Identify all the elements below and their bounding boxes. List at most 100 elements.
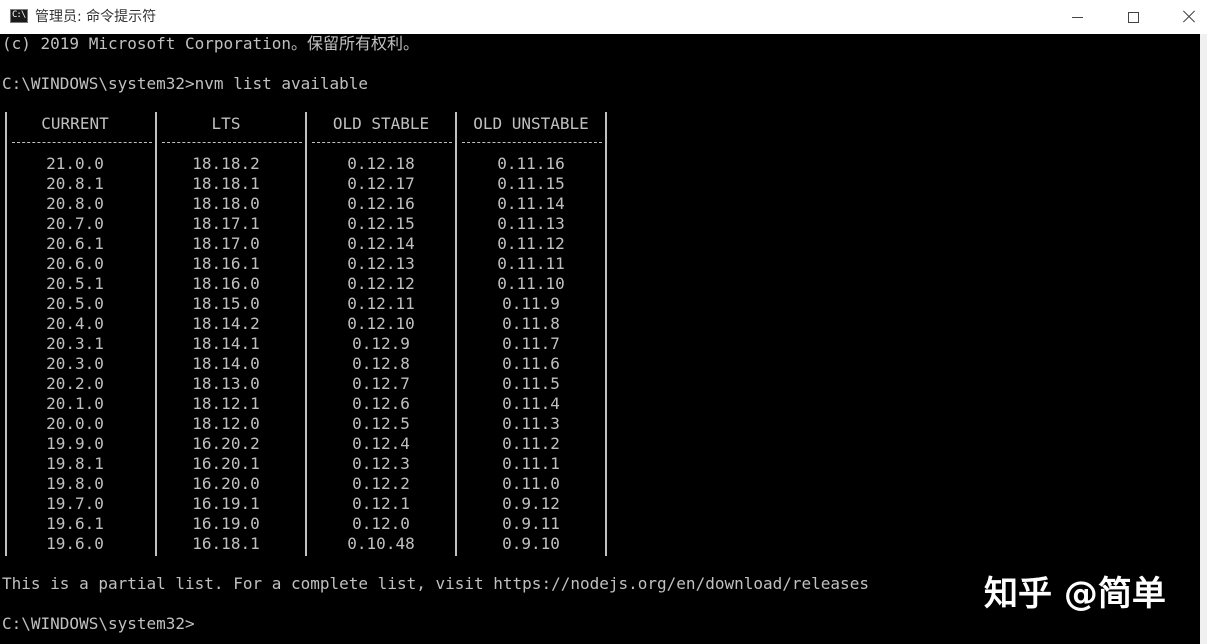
- table-cell: 0.9.12: [502, 494, 560, 513]
- table-cell: 0.11.10: [497, 274, 565, 293]
- table-cell: 0.12.15: [347, 214, 415, 233]
- title-bar[interactable]: C:\ 管理员: 命令提示符: [0, 0, 1207, 34]
- table-cell: 16.19.0: [192, 514, 260, 533]
- table-cell: 0.12.13: [347, 254, 415, 273]
- table-cell: 0.11.11: [497, 254, 565, 273]
- table-cell: 0.12.0: [352, 514, 410, 533]
- table-cell: 20.8.1: [46, 174, 104, 193]
- table-cell: 0.12.5: [352, 414, 410, 433]
- table-cell: 18.18.0: [192, 194, 260, 213]
- partial-list-note: This is a partial list. For a complete l…: [2, 574, 869, 593]
- table-cell: 0.12.10: [347, 314, 415, 333]
- close-icon: [1182, 10, 1196, 24]
- table-cell: 20.6.0: [46, 254, 104, 273]
- table-cell: 0.11.7: [502, 334, 560, 353]
- table-header-separator: [162, 142, 302, 144]
- table-cell: 19.6.0: [46, 534, 104, 553]
- table-cell: 20.4.0: [46, 314, 104, 333]
- table-header-old-unstable: OLD UNSTABLE: [473, 114, 589, 133]
- table-cell: 0.11.6: [502, 354, 560, 373]
- table-cell: 0.11.8: [502, 314, 560, 333]
- table-cell: 18.15.0: [192, 294, 260, 313]
- table-cell: 16.20.2: [192, 434, 260, 453]
- table-cell: 18.16.0: [192, 274, 260, 293]
- table-cell: 0.11.3: [502, 414, 560, 433]
- watermark-text: 知乎 @简单: [984, 574, 1166, 614]
- cmd-icon[interactable]: C:\: [10, 9, 28, 23]
- cmd-window: C:\ 管理员: 命令提示符 (c) 2019 Microsoft Corpor…: [0, 0, 1207, 644]
- table-cell: 0.12.14: [347, 234, 415, 253]
- table-cell: 0.11.2: [502, 434, 560, 453]
- table-cell: 0.11.13: [497, 214, 565, 233]
- table-cell: 0.11.14: [497, 194, 565, 213]
- table-cell: 0.9.10: [502, 534, 560, 553]
- table-cell: 0.9.11: [502, 514, 560, 533]
- table-cell: 0.12.2: [352, 474, 410, 493]
- minimize-icon: [1071, 16, 1083, 18]
- table-cell: 20.2.0: [46, 374, 104, 393]
- table-cell: 18.13.0: [192, 374, 260, 393]
- table-cell: 0.12.9: [352, 334, 410, 353]
- table-header-old-stable: OLD STABLE: [332, 114, 430, 133]
- table-cell: 0.12.18: [347, 154, 415, 173]
- table-cell: 0.11.16: [497, 154, 565, 173]
- maximize-button[interactable]: [1104, 0, 1162, 34]
- table-cell: 18.14.2: [192, 314, 260, 333]
- command-line: C:\WINDOWS\system32>nvm list available: [2, 74, 369, 93]
- table-cell: 20.3.0: [46, 354, 104, 373]
- table-cell: 0.12.8: [352, 354, 410, 373]
- table-cell: 18.12.0: [192, 414, 260, 433]
- table-cell: 16.20.1: [192, 454, 260, 473]
- table-cell: 0.11.1: [502, 454, 560, 473]
- table-cell: 19.8.0: [46, 474, 104, 493]
- table-cell: 0.11.9: [502, 294, 560, 313]
- table-cell: 0.10.48: [347, 534, 415, 553]
- copyright-line: (c) 2019 Microsoft Corporation。保留所有权利。: [2, 34, 419, 53]
- table-cell: 0.12.16: [347, 194, 415, 213]
- table-cell: 16.19.1: [192, 494, 260, 513]
- table-cell: 21.0.0: [46, 154, 104, 173]
- table-cell: 0.11.5: [502, 374, 560, 393]
- table-cell: 0.12.11: [347, 294, 415, 313]
- table-header-separator: [462, 142, 602, 144]
- table-cell: 18.18.2: [192, 154, 260, 173]
- table-cell: 0.11.0: [502, 474, 560, 493]
- table-cell: 0.12.17: [347, 174, 415, 193]
- table-cell: 0.12.1: [352, 494, 410, 513]
- table-cell: 19.7.0: [46, 494, 104, 513]
- table-cell: 18.16.1: [192, 254, 260, 273]
- cmd-icon-glyph: C:\: [12, 10, 26, 20]
- table-cell: 0.11.15: [497, 174, 565, 193]
- table-cell: 0.12.12: [347, 274, 415, 293]
- table-header-lts: LTS: [211, 114, 241, 133]
- table-cell: 0.12.4: [352, 434, 410, 453]
- table-cell: 20.7.0: [46, 214, 104, 233]
- minimize-button[interactable]: [1048, 0, 1106, 34]
- table-cell: 19.8.1: [46, 454, 104, 473]
- table-cell: 18.18.1: [192, 174, 260, 193]
- table-cell: 20.0.0: [46, 414, 104, 433]
- table-cell: 0.12.6: [352, 394, 410, 413]
- command-prompt[interactable]: C:\WINDOWS\system32>: [2, 614, 195, 634]
- table-cell: 20.5.0: [46, 294, 104, 313]
- console-output[interactable]: (c) 2019 Microsoft Corporation。保留所有权利。 C…: [0, 34, 1200, 644]
- close-button[interactable]: [1160, 0, 1207, 34]
- table-cell: 0.11.12: [497, 234, 565, 253]
- table-cell: 19.9.0: [46, 434, 104, 453]
- table-cell: 20.5.1: [46, 274, 104, 293]
- table-header-separator: [312, 142, 452, 144]
- console-scrollbar[interactable]: [1200, 34, 1207, 644]
- table-cell: 20.3.1: [46, 334, 104, 353]
- table-cell: 20.6.1: [46, 234, 104, 253]
- table-cell: 20.8.0: [46, 194, 104, 213]
- table-header-current: CURRENT: [41, 114, 109, 133]
- table-cell: 18.14.1: [192, 334, 260, 353]
- maximize-icon: [1127, 11, 1139, 23]
- table-cell: 0.11.4: [502, 394, 560, 413]
- table-cell: 0.12.3: [352, 454, 410, 473]
- table-cell: 18.17.1: [192, 214, 260, 233]
- table-cell: 19.6.1: [46, 514, 104, 533]
- table-cell: 18.17.0: [192, 234, 260, 253]
- window-title: 管理员: 命令提示符: [35, 9, 157, 25]
- table-cell: 0.12.7: [352, 374, 410, 393]
